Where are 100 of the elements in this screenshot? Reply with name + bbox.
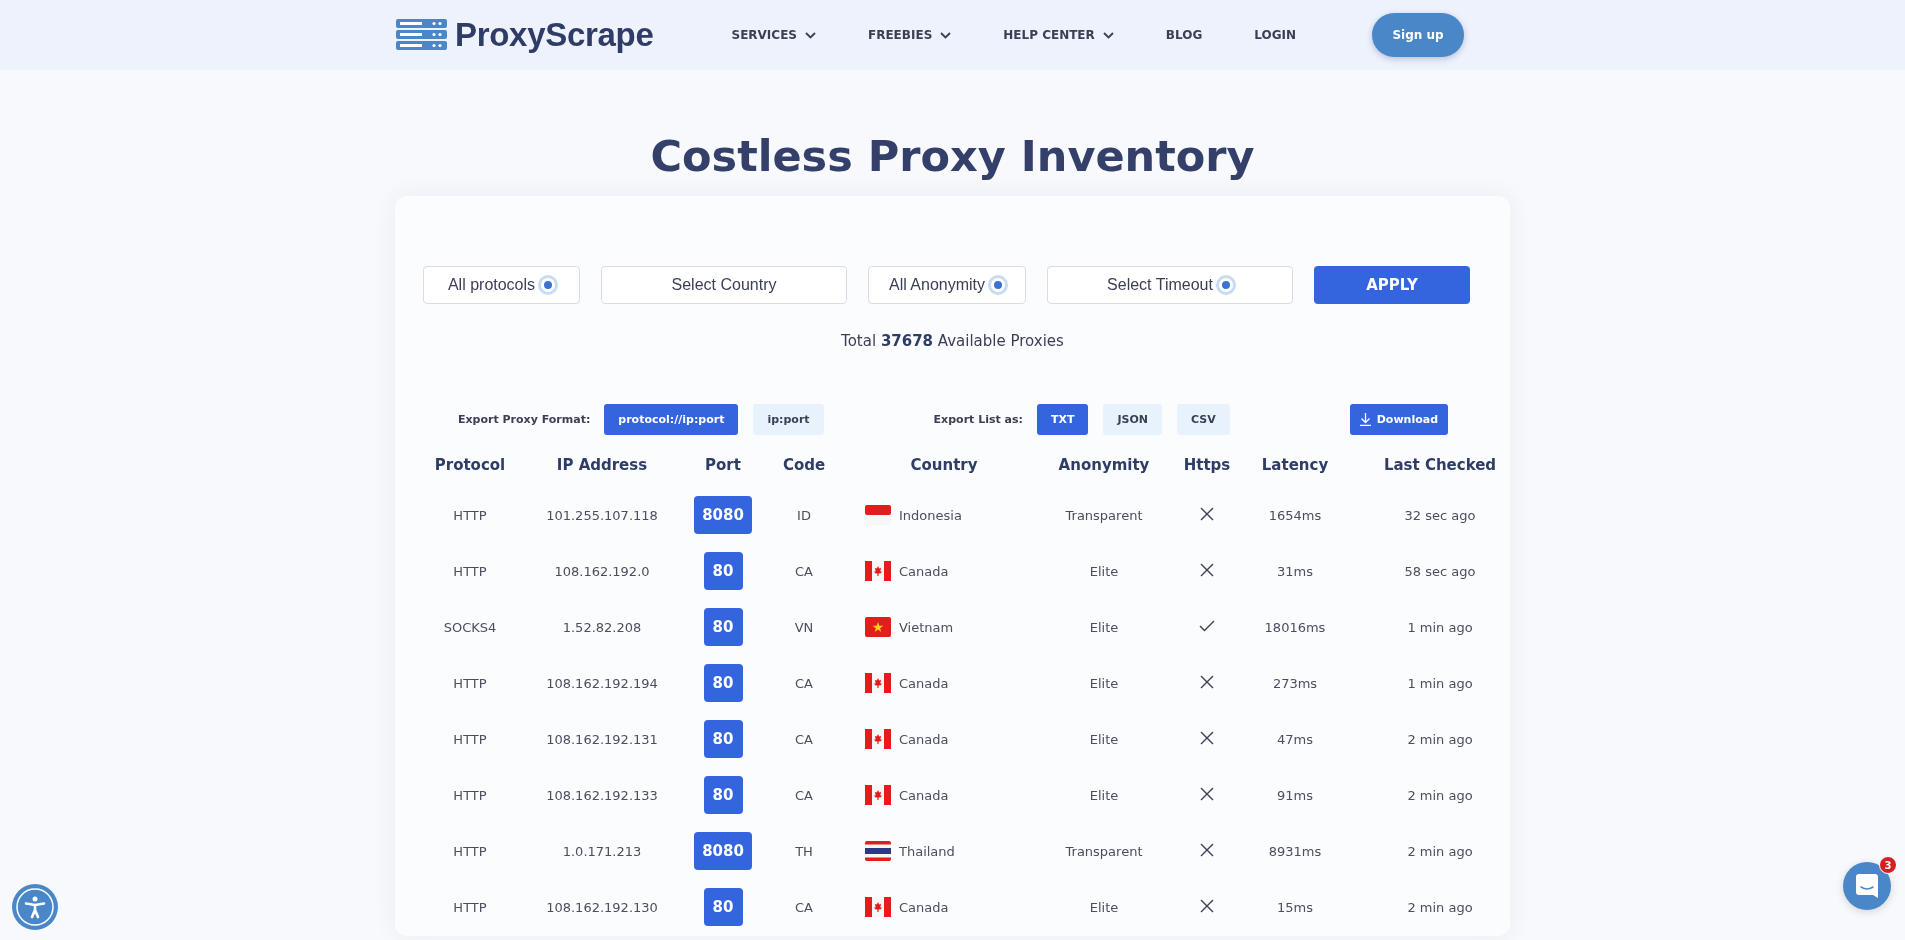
protocol-cell: HTTP <box>453 563 487 579</box>
nav-link[interactable]: FREEBIES <box>868 28 952 42</box>
chevron-down-icon <box>805 31 816 39</box>
radio-dot-icon <box>1218 278 1233 292</box>
latency-cell: 91ms <box>1277 787 1313 803</box>
radio-dot-icon <box>991 278 1005 292</box>
latency-cell: 273ms <box>1272 675 1318 691</box>
latency-cell: 1654ms <box>1268 507 1322 523</box>
anonymity-cell: Elite <box>1089 787 1119 803</box>
ip-address-cell: 108.162.192.194 <box>546 675 658 691</box>
column-header: Anonymity <box>1057 456 1151 474</box>
ip-address-cell: 1.0.171.213 <box>562 843 642 859</box>
column-header: IP Address <box>555 456 649 474</box>
country-code-cell: CA <box>795 787 813 803</box>
download-button[interactable]: Download <box>1349 404 1449 435</box>
last-checked-cell: 2 min ago <box>1407 899 1473 915</box>
last-checked-cell: 32 sec ago <box>1404 507 1476 523</box>
nav-link[interactable]: SERVICES <box>731 28 816 42</box>
column-header: Latency <box>1260 456 1330 474</box>
ip-address-cell: 108.162.192.133 <box>546 787 658 803</box>
sign-up-button[interactable]: Sign up <box>1372 13 1464 57</box>
protocol-cell: SOCKS4 <box>443 619 497 635</box>
anonymity-cell: Elite <box>1089 731 1119 747</box>
ip-address-cell: 108.162.192.0 <box>554 563 650 579</box>
anonymity-cell: Transparent <box>1065 507 1143 523</box>
chat-button[interactable] <box>1843 862 1891 910</box>
nav-link[interactable]: HELP CENTER <box>1003 28 1114 42</box>
flag-icon <box>865 673 891 693</box>
port-badge: 80 <box>703 552 743 590</box>
chat-bubble-icon <box>1856 874 1878 898</box>
column-header: Protocol <box>433 456 507 474</box>
port-badge: 80 <box>703 608 743 646</box>
format-toggle[interactable]: protocol://ip:port <box>604 404 739 435</box>
ip-address-cell: 108.162.192.130 <box>546 899 658 915</box>
flag-icon <box>865 617 891 637</box>
flag-icon <box>865 729 891 749</box>
country-name: Vietnam <box>899 619 954 635</box>
server-stack-icon <box>396 19 447 51</box>
latency-cell: 31ms <box>1277 563 1313 579</box>
anonymity-cell: Elite <box>1089 899 1119 915</box>
list-format-toggle[interactable]: TXT <box>1036 404 1089 435</box>
logo-text[interactable]: ProxyScrape <box>455 16 654 54</box>
filter-dropdown[interactable]: Select Timeout <box>1047 266 1293 304</box>
ip-address-cell: 101.255.107.118 <box>546 507 658 523</box>
chevron-down-icon <box>1102 31 1114 39</box>
format-toggle[interactable]: ip:port <box>753 404 824 435</box>
protocol-cell: HTTP <box>453 731 487 747</box>
accessibility-button[interactable] <box>12 884 58 930</box>
download-icon <box>1359 413 1371 426</box>
port-badge: 80 <box>703 664 743 702</box>
anonymity-cell: Elite <box>1089 563 1119 579</box>
country-name: Canada <box>899 899 949 915</box>
flag-icon <box>865 561 891 581</box>
accessibility-person-icon <box>15 887 55 927</box>
latency-cell: 15ms <box>1277 899 1313 915</box>
notification-badge: 3 <box>1879 856 1897 874</box>
list-format-toggle[interactable]: CSV <box>1177 404 1230 435</box>
port-badge: 80 <box>703 720 743 758</box>
country-name: Canada <box>899 731 949 747</box>
filter-dropdown[interactable]: Select Country <box>601 266 847 304</box>
last-checked-cell: 1 min ago <box>1407 619 1473 635</box>
country-name: Canada <box>899 675 949 691</box>
protocol-cell: HTTP <box>453 507 487 523</box>
last-checked-cell: 2 min ago <box>1407 731 1473 747</box>
anonymity-cell: Elite <box>1089 619 1119 635</box>
port-badge: 8080 <box>694 832 752 870</box>
port-badge: 80 <box>703 776 743 814</box>
last-checked-cell: 2 min ago <box>1407 787 1473 803</box>
export-list-label: Export List as: <box>933 413 1023 426</box>
port-badge: 80 <box>703 888 743 926</box>
country-code-cell: ID <box>797 507 811 523</box>
country-code-cell: CA <box>795 563 813 579</box>
anonymity-cell: Transparent <box>1065 843 1143 859</box>
last-checked-cell: 58 sec ago <box>1404 563 1476 579</box>
anonymity-cell: Elite <box>1089 675 1119 691</box>
column-header: Code <box>781 456 827 474</box>
country-name: Canada <box>899 787 949 803</box>
protocol-cell: HTTP <box>453 675 487 691</box>
filter-dropdown[interactable]: All protocols <box>423 266 580 304</box>
country-code-cell: CA <box>795 899 813 915</box>
nav-link[interactable]: LOGIN <box>1254 28 1296 42</box>
apply-button[interactable]: APPLY <box>1314 266 1470 304</box>
country-name: Thailand <box>899 843 955 859</box>
country-code-cell: CA <box>795 675 813 691</box>
country-code-cell: CA <box>795 731 813 747</box>
column-header: Last Checked <box>1382 456 1498 474</box>
flag-icon <box>865 897 891 917</box>
protocol-cell: HTTP <box>453 843 487 859</box>
country-name: Indonesia <box>899 507 962 523</box>
protocol-cell: HTTP <box>453 787 487 803</box>
last-checked-cell: 1 min ago <box>1407 675 1473 691</box>
list-format-toggle[interactable]: JSON <box>1103 404 1162 435</box>
column-header: Country <box>909 456 979 474</box>
filter-dropdown[interactable]: All Anonymity <box>868 266 1026 304</box>
page-title: Costless Proxy Inventory <box>649 130 1256 182</box>
flag-icon <box>865 505 891 525</box>
nav-link[interactable]: BLOG <box>1165 28 1203 42</box>
protocol-cell: HTTP <box>453 899 487 915</box>
last-checked-cell: 2 min ago <box>1407 843 1473 859</box>
latency-cell: 18016ms <box>1264 619 1326 635</box>
